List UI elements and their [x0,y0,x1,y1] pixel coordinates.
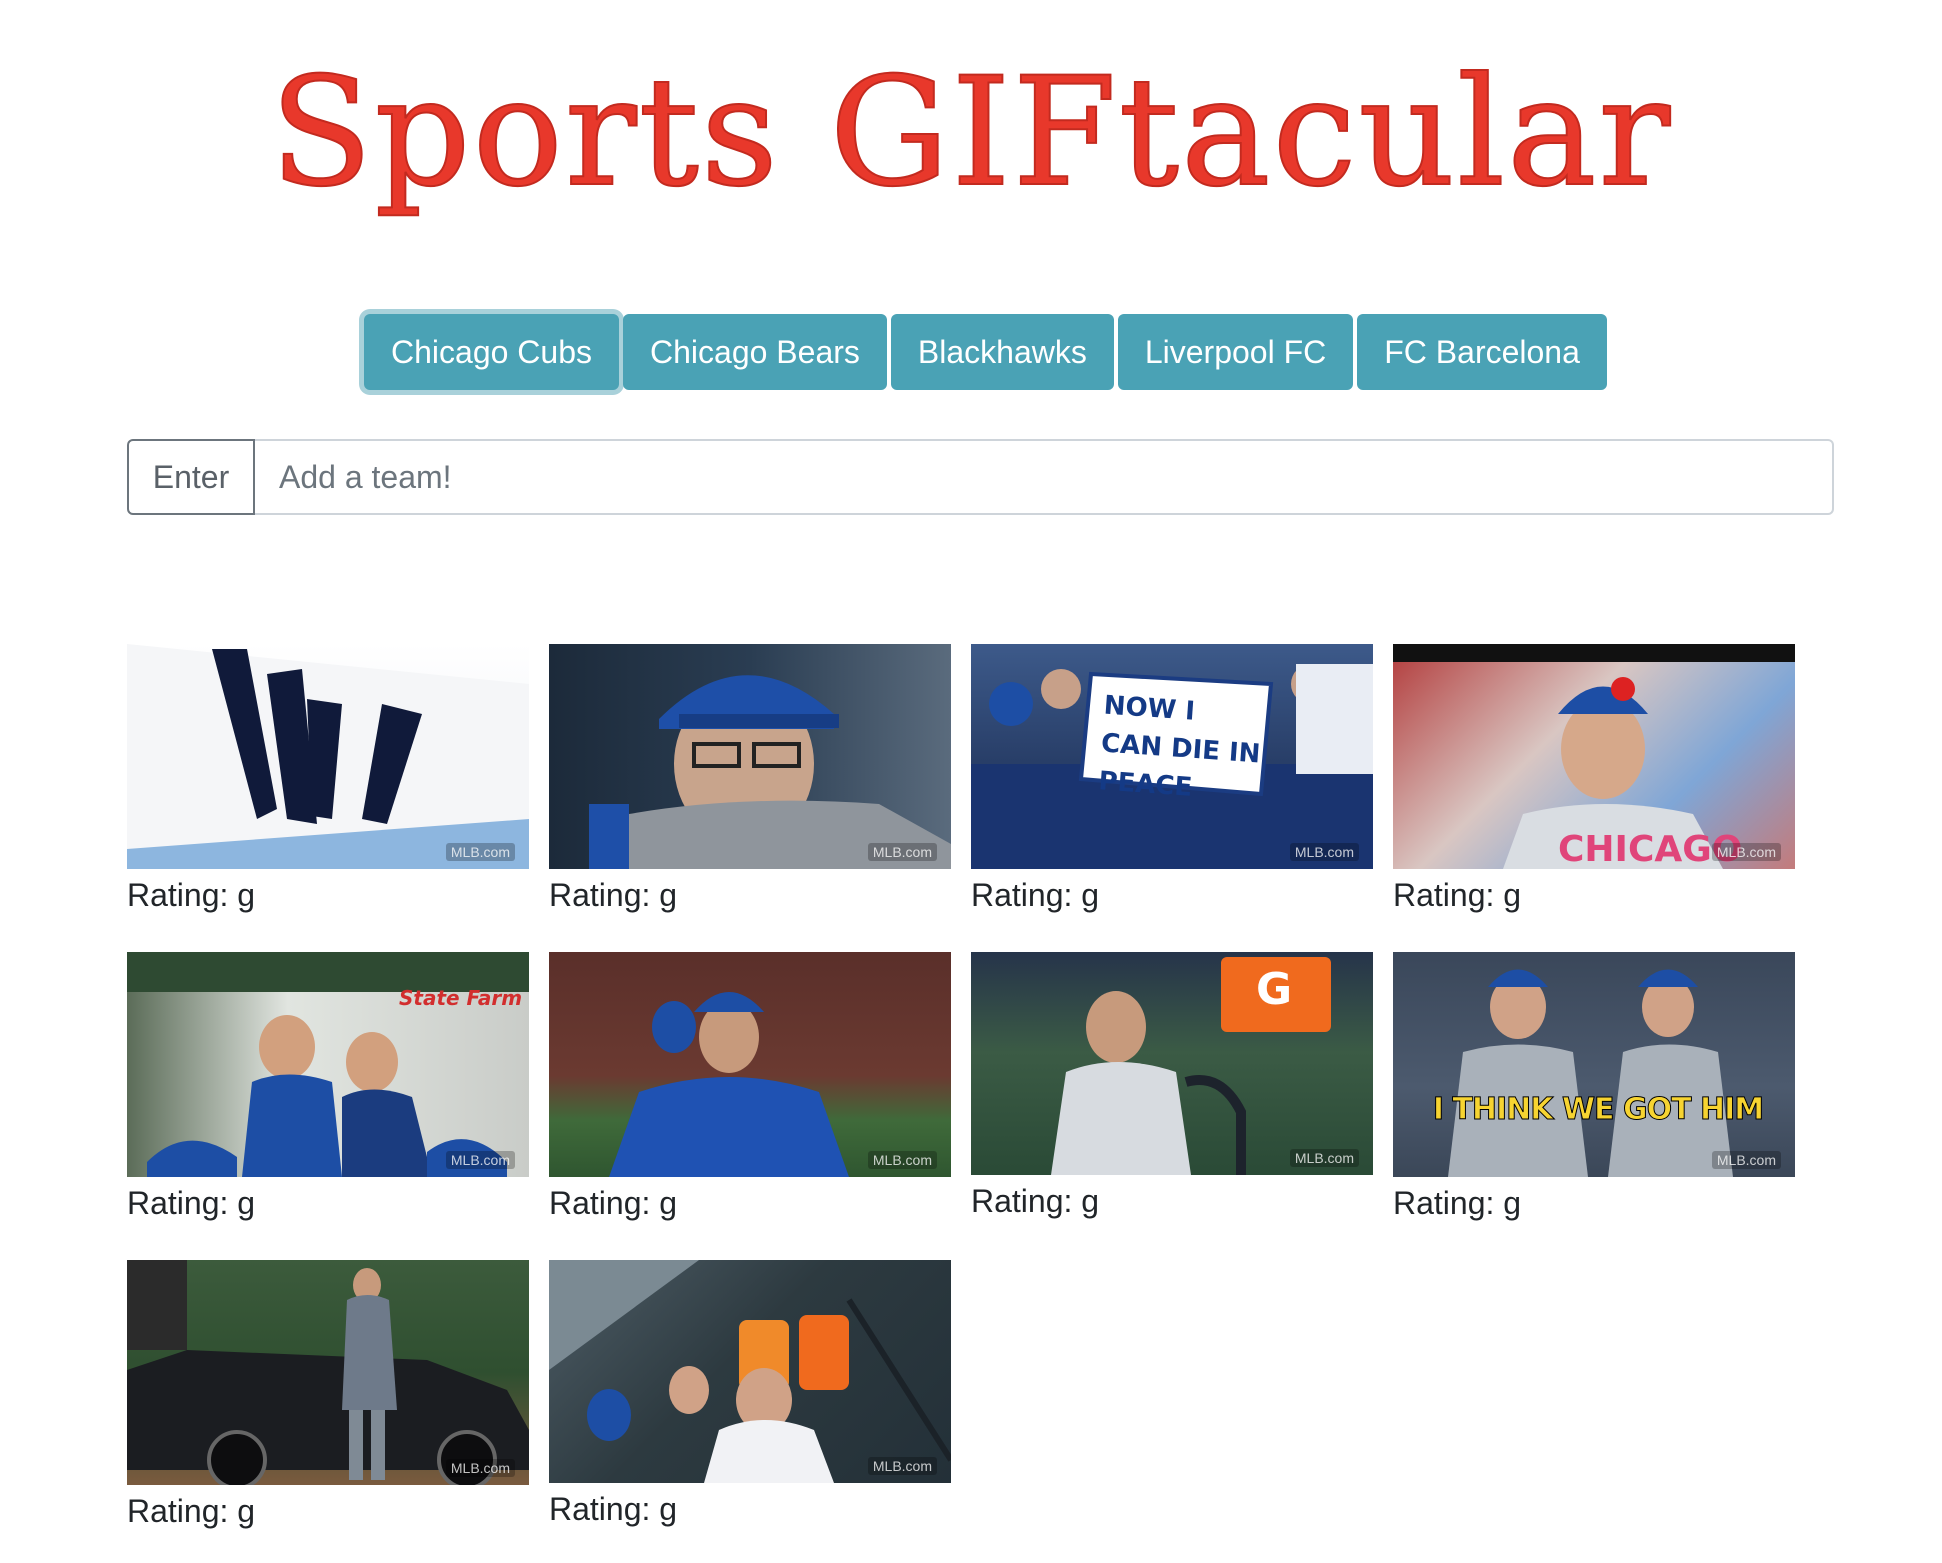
gif-rating: Rating: g [127,1185,256,1221]
watermark: MLB.com [445,843,515,861]
gif-rating: Rating: g [1393,1185,1522,1221]
watermark: MLB.com [1289,1149,1359,1167]
team-button-chicago-bears[interactable]: Chicago Bears [623,314,887,390]
watermark: MLB.com [867,1457,937,1475]
watermark: MLB.com [867,843,937,861]
team-button-fc-barcelona[interactable]: FC Barcelona [1357,314,1607,390]
gif-rating: Rating: g [127,1493,256,1529]
gif-image[interactable]: MLB.com [127,1260,529,1485]
gif-image[interactable]: MLB.com [127,644,529,869]
gif-rating: Rating: g [549,877,678,913]
gif-image[interactable]: State Farm MLB.com [127,952,529,1177]
gif-rating: Rating: g [549,1185,678,1221]
cooler-logo: G [1256,964,1293,1015]
gif-card: MLB.com Rating: g [549,952,951,1223]
team-button-blackhawks[interactable]: Blackhawks [890,314,1114,390]
dugout-bench-graphic [1051,957,1331,1175]
gif-card: NOW I CAN DIE IN PEACE MLB.com Rating: g [971,644,1373,915]
gif-image[interactable]: MLB.com [549,952,951,1177]
watermark: MLB.com [445,1459,515,1477]
watermark: MLB.com [445,1151,515,1169]
gif-card: I THINK WE GOT HIM MLB.com Rating: g [1393,952,1795,1223]
gif-image[interactable]: CHICAGO MLB.com [1393,644,1795,869]
page-title: Sports GIFtacular [269,46,1673,220]
team-button-chicago-cubs[interactable]: Chicago Cubs [364,314,619,390]
w-flag-graphic [127,644,529,869]
gif-rating: Rating: g [127,877,256,913]
watermark: MLB.com [867,1151,937,1169]
add-team-form: Enter [127,439,1834,515]
sponsor-text: State Farm [399,986,523,1010]
gif-card: G MLB.com Rating: g [971,952,1373,1221]
team-button-group: Chicago Cubs Chicago Bears Blackhawks Li… [364,314,1607,390]
gif-card: MLB.com Rating: g [549,1260,951,1529]
gif-image[interactable]: MLB.com [549,1260,951,1483]
gif-rating: Rating: g [971,1183,1100,1219]
gif-card: CHICAGO MLB.com Rating: g [1393,644,1795,915]
page: Sports GIFtacular Chicago Cubs Chicago B… [0,0,1942,1563]
watermark: MLB.com [1711,843,1781,861]
gif-rating: Rating: g [549,1491,678,1527]
watermark: MLB.com [1711,1151,1781,1169]
gif-image[interactable]: G MLB.com [971,952,1373,1175]
gif-card: MLB.com Rating: g [127,1260,529,1531]
car-graphic [127,1260,529,1485]
watermark: MLB.com [1289,843,1359,861]
team-button-liverpool-fc[interactable]: Liverpool FC [1117,314,1354,390]
gif-card: MLB.com Rating: g [549,644,951,915]
gif-caption-text: I THINK WE GOT HIM [1432,1092,1764,1128]
enter-button[interactable]: Enter [127,439,255,515]
players-celebrate-graphic [1448,969,1733,1177]
add-team-input[interactable] [255,439,1834,515]
manager-graphic [589,675,951,869]
gif-rating: Rating: g [1393,877,1522,913]
gif-image[interactable]: NOW I CAN DIE IN PEACE MLB.com [971,644,1373,869]
players-graphic [609,992,849,1177]
gif-card: MLB.com Rating: g [127,644,529,915]
dugout-celebration-graphic [549,1260,951,1483]
sign-text: NOW I CAN DIE IN PEACE [1097,690,1262,803]
gif-card: State Farm MLB.com Rating: g [127,952,529,1223]
gif-image[interactable]: I THINK WE GOT HIM MLB.com [1393,952,1795,1177]
gif-rating: Rating: g [971,877,1100,913]
gif-image[interactable]: MLB.com [549,644,951,869]
